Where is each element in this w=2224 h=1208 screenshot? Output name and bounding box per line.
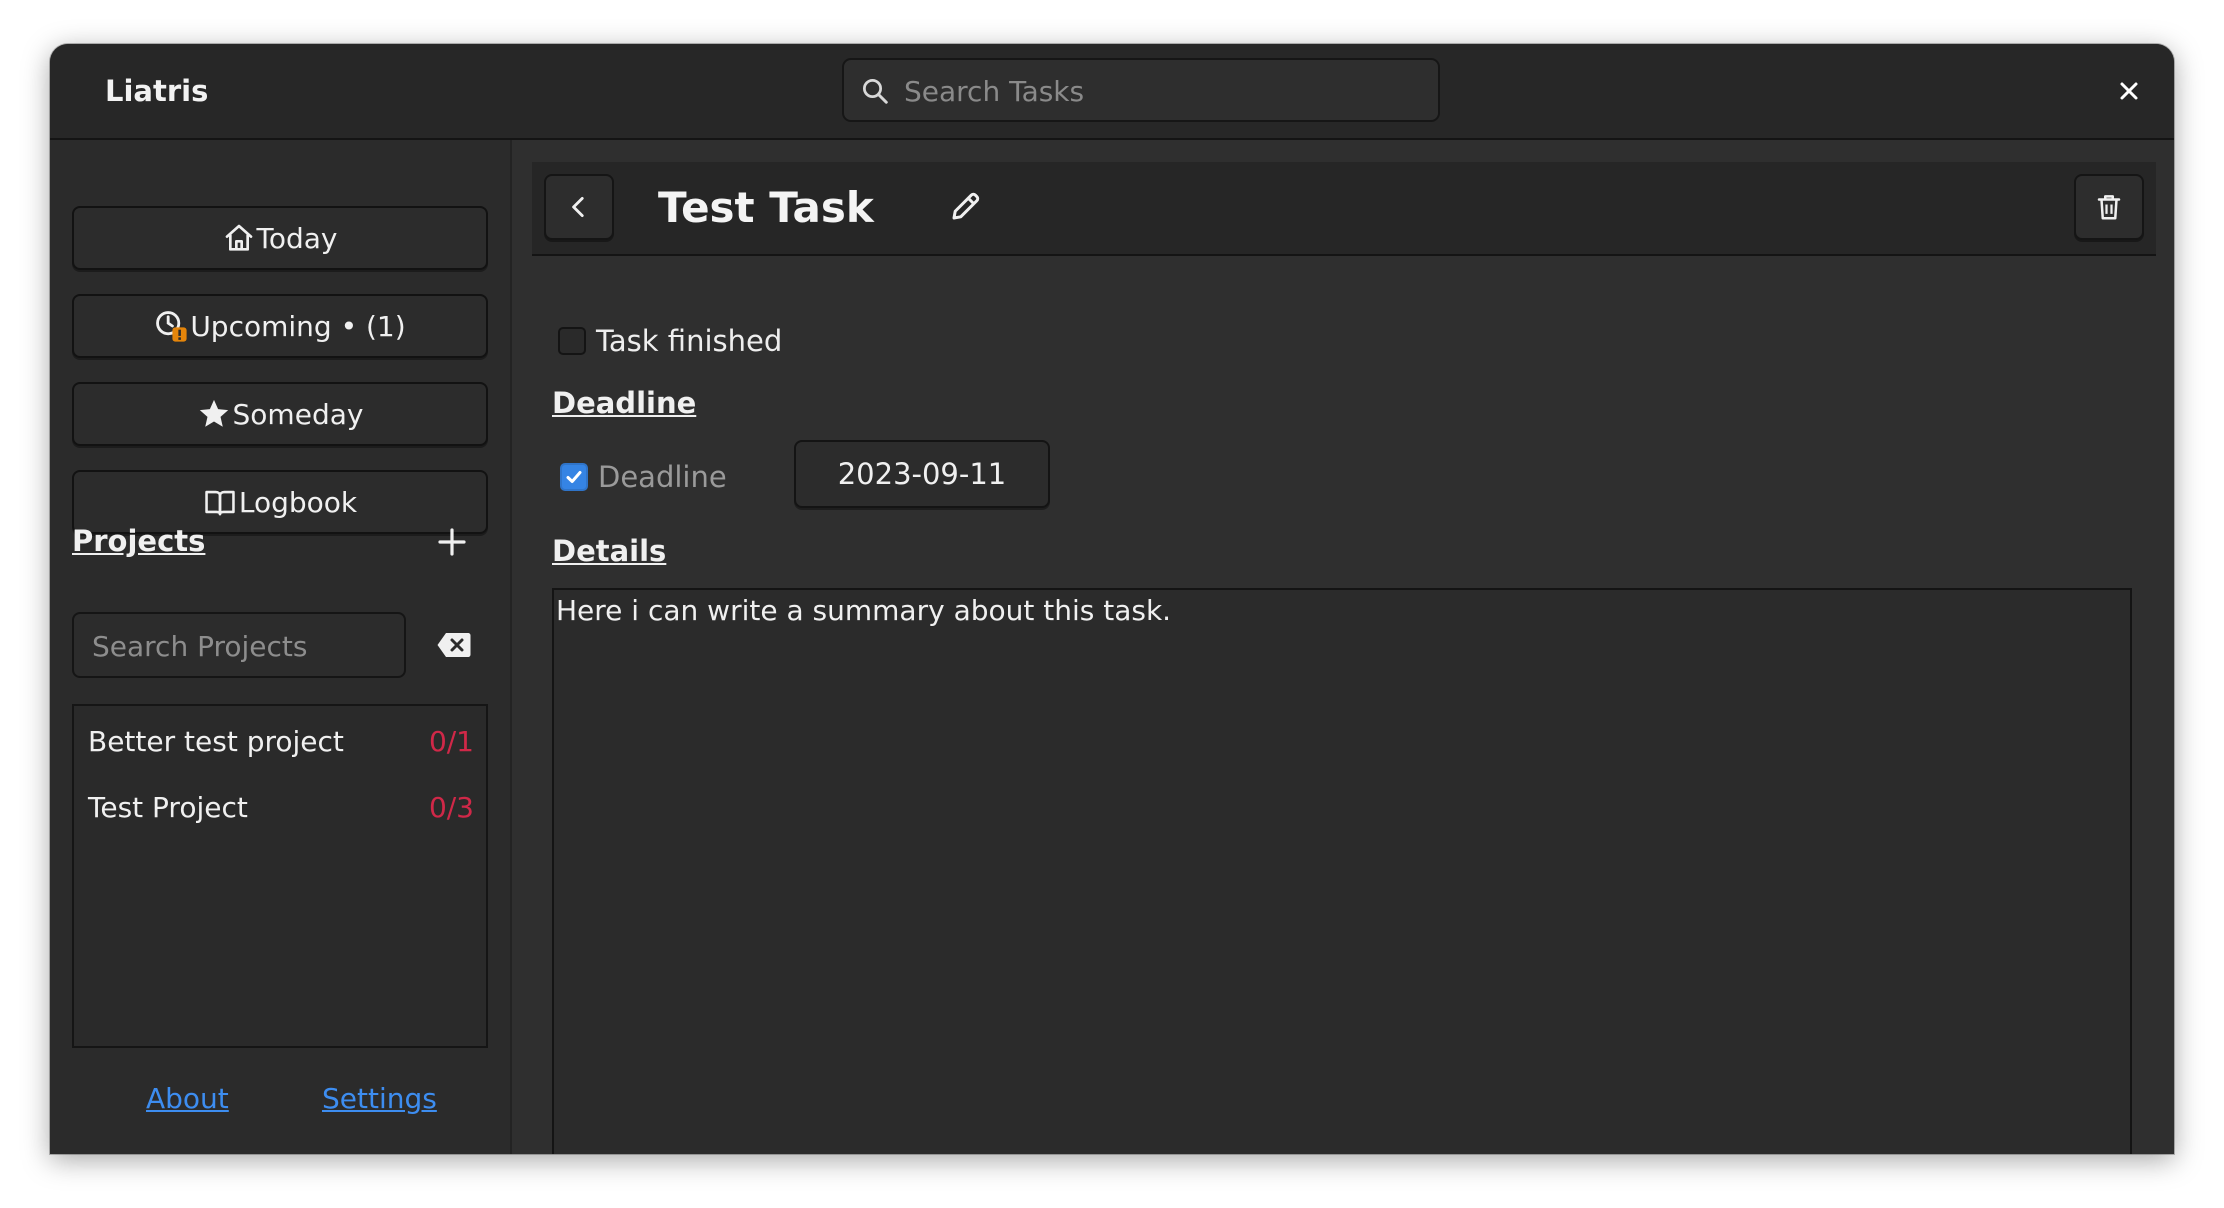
- project-count: 0/3: [428, 790, 474, 824]
- nav-today-button[interactable]: Today: [72, 206, 488, 270]
- task-finished-label: Task finished: [596, 324, 783, 358]
- back-button[interactable]: [544, 174, 614, 240]
- backspace-clear-icon: [437, 633, 471, 657]
- project-count: 0/1: [428, 724, 474, 758]
- edit-title-button[interactable]: [948, 188, 984, 228]
- pencil-icon: [952, 192, 980, 220]
- clear-search-button[interactable]: [434, 628, 474, 662]
- deadline-label: Deadline: [598, 460, 727, 494]
- nav-someday-label: Someday: [232, 397, 364, 431]
- search-tasks-field[interactable]: [842, 58, 1440, 122]
- clock-alert-icon: [154, 309, 188, 343]
- about-link[interactable]: About: [146, 1082, 229, 1115]
- task-header: Test Task: [532, 162, 2156, 256]
- close-icon: [2120, 82, 2138, 100]
- settings-link[interactable]: Settings: [322, 1082, 437, 1115]
- deadline-date-button[interactable]: 2023-09-11: [794, 440, 1050, 508]
- close-button[interactable]: [2106, 68, 2152, 114]
- task-title: Test Task: [658, 183, 874, 232]
- delete-task-button[interactable]: [2074, 174, 2144, 240]
- project-name: Better test project: [88, 724, 344, 758]
- trash-icon: [2097, 195, 2121, 220]
- checkmark-icon: [566, 471, 582, 483]
- details-textarea[interactable]: Here i can write a summary about this ta…: [552, 588, 2132, 1154]
- add-project-button[interactable]: [432, 522, 472, 562]
- search-icon: [863, 79, 888, 104]
- details-heading: Details: [552, 534, 667, 568]
- book-icon: [203, 485, 237, 519]
- deadline-heading: Deadline: [552, 386, 697, 420]
- header-bar: Liatris: [50, 44, 2174, 140]
- home-icon: [223, 222, 255, 254]
- nav-upcoming-button[interactable]: Upcoming • (1): [72, 294, 488, 358]
- plus-icon: [438, 528, 466, 556]
- app-window: Liatris Today: [50, 44, 2174, 1154]
- nav-logbook-label: Logbook: [238, 485, 358, 519]
- search-projects-field[interactable]: [72, 612, 406, 678]
- star-icon: [197, 397, 231, 431]
- nav-today-label: Today: [256, 221, 338, 255]
- deadline-toggle-row[interactable]: Deadline: [560, 460, 727, 494]
- deadline-checkbox[interactable]: [560, 463, 588, 491]
- nav-upcoming-label: Upcoming • (1): [190, 309, 406, 343]
- task-finished-checkbox[interactable]: [558, 327, 586, 355]
- app-title: Liatris: [105, 74, 209, 108]
- project-item[interactable]: Test Project 0/3: [88, 782, 474, 832]
- task-finished-row[interactable]: Task finished: [558, 324, 782, 358]
- sidebar: Today Upcoming • (1) Someday Logbook Pro…: [50, 140, 512, 1154]
- search-projects-input[interactable]: [90, 614, 394, 678]
- projects-heading[interactable]: Projects: [72, 524, 205, 558]
- search-tasks-input[interactable]: [902, 60, 1426, 122]
- project-list: Better test project 0/1 Test Project 0/3: [72, 704, 488, 1048]
- project-name: Test Project: [88, 790, 248, 824]
- chevron-left-icon: [572, 196, 584, 218]
- project-item[interactable]: Better test project 0/1: [88, 716, 474, 766]
- task-detail-panel: Test Task Task finished Deadline Deadlin…: [512, 140, 2174, 1154]
- nav-someday-button[interactable]: Someday: [72, 382, 488, 446]
